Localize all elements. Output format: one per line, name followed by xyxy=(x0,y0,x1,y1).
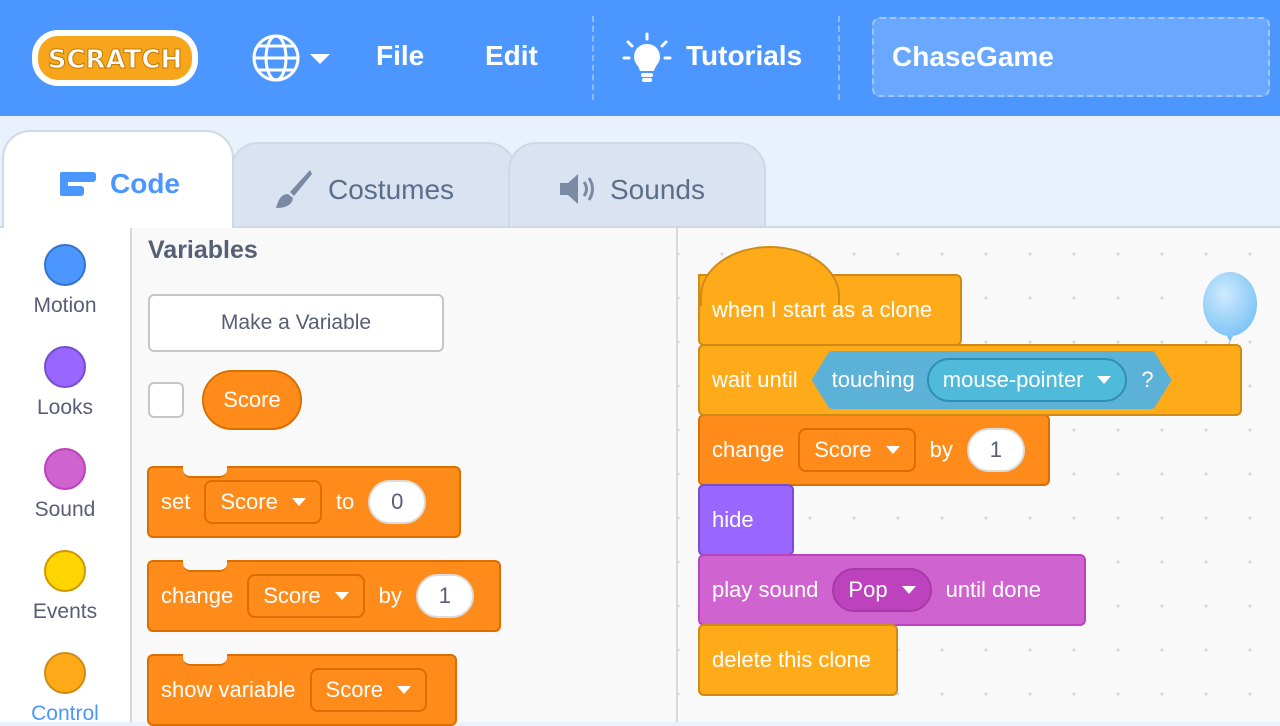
sound-dot xyxy=(44,448,86,490)
caret-down-icon xyxy=(397,686,411,694)
block-label: when I start as a clone xyxy=(712,297,933,322)
caret-down-icon xyxy=(291,498,306,506)
dropdown-value: Score xyxy=(814,437,872,462)
tab-costumes[interactable]: Costumes xyxy=(230,142,516,228)
caret-down-icon xyxy=(885,446,900,454)
block-label: play sound xyxy=(712,577,819,602)
caret-down-icon xyxy=(1097,376,1111,384)
block-label: set xyxy=(161,489,191,514)
block-label: hide xyxy=(712,507,754,532)
caret-down-icon xyxy=(334,592,349,600)
block-label: delete this clone xyxy=(712,647,871,672)
category-label: Events xyxy=(32,600,98,623)
block-label: change xyxy=(712,437,785,462)
block-label: until done xyxy=(945,577,1041,602)
block-label: wait until xyxy=(712,367,798,392)
file-menu[interactable]: File xyxy=(376,40,424,72)
play-sound-until-done-block[interactable]: play sound Pop until done xyxy=(698,554,1086,626)
variable-dropdown[interactable]: Score xyxy=(309,668,427,712)
block-label: touching xyxy=(831,367,915,392)
balloon-sprite-icon xyxy=(1203,272,1257,354)
language-menu[interactable] xyxy=(250,34,340,82)
category-label: Motion xyxy=(33,294,97,317)
hide-block[interactable]: hide xyxy=(698,484,794,556)
dropdown-value: Pop xyxy=(848,577,888,602)
variable-dropdown[interactable]: Score xyxy=(798,428,916,472)
change-variable-block[interactable]: change Score by 1 xyxy=(147,560,501,632)
speaker-icon xyxy=(560,174,594,204)
value-input[interactable]: 1 xyxy=(966,428,1025,472)
block-label: ? xyxy=(1141,367,1154,392)
category-control[interactable]: Control xyxy=(0,652,130,726)
category-label: Control xyxy=(31,702,99,725)
tab-sounds-label: Sounds xyxy=(610,174,705,205)
change-score-block[interactable]: change Score by 1 xyxy=(698,414,1050,486)
motion-dot xyxy=(44,244,86,286)
block-notch xyxy=(183,466,227,478)
tutorials-button[interactable]: Tutorials xyxy=(622,30,822,86)
when-start-as-clone-block[interactable]: when I start as a clone xyxy=(698,246,962,346)
menu-divider xyxy=(838,16,840,100)
dropdown-value: Score xyxy=(325,677,383,702)
block-label: to xyxy=(335,489,355,514)
project-title-input[interactable]: ChaseGame xyxy=(872,17,1270,97)
block-label: by xyxy=(929,437,953,462)
value-input[interactable]: 0 xyxy=(368,480,427,524)
tab-code-label: Code xyxy=(110,168,180,199)
edit-menu[interactable]: Edit xyxy=(485,40,538,72)
palette-heading: Variables xyxy=(148,236,258,264)
brush-icon xyxy=(276,170,312,208)
show-variable-block[interactable]: show variable Score xyxy=(147,654,457,726)
dropdown-value: Score xyxy=(263,583,321,608)
block-notch xyxy=(183,560,227,572)
sound-dropdown[interactable]: Pop xyxy=(832,568,932,612)
globe-icon xyxy=(252,34,300,82)
menu-bar: SCRATCH File Edit Tutorials ChaseGame xyxy=(0,0,1280,116)
make-variable-button[interactable]: Make a Variable xyxy=(148,294,444,352)
block-label: by xyxy=(378,583,402,608)
category-label: Looks xyxy=(36,396,94,419)
chevron-down-icon xyxy=(310,54,330,64)
logo-text: SCRATCH xyxy=(48,45,183,75)
dropdown-value: Score xyxy=(220,489,278,514)
category-looks[interactable]: Looks xyxy=(0,346,130,420)
tab-costumes-label: Costumes xyxy=(328,174,455,205)
wait-until-block[interactable]: wait until touching mouse-pointer ? xyxy=(698,344,1242,416)
looks-dot xyxy=(44,346,86,388)
category-menu: Motion Looks Sound Events Control xyxy=(0,228,132,725)
menu-divider xyxy=(592,16,594,100)
variable-checkbox[interactable] xyxy=(148,382,184,418)
set-variable-block[interactable]: set Score to 0 xyxy=(147,466,461,538)
score-variable-reporter[interactable]: Score xyxy=(202,370,302,430)
block-label: show variable xyxy=(161,677,296,702)
variable-dropdown[interactable]: Score xyxy=(247,574,365,618)
tutorials-label: Tutorials xyxy=(686,40,803,71)
block-notch xyxy=(183,654,227,666)
events-dot xyxy=(44,550,86,592)
variable-dropdown[interactable]: Score xyxy=(204,480,322,524)
category-events[interactable]: Events xyxy=(0,550,130,624)
touching-boolean[interactable]: touching mouse-pointer ? xyxy=(812,351,1172,409)
code-icon xyxy=(60,172,96,196)
editor-area: Motion Looks Sound Events Control Variab… xyxy=(0,226,1280,726)
scratch-logo[interactable]: SCRATCH xyxy=(30,24,200,92)
category-sound[interactable]: Sound xyxy=(0,448,130,522)
delete-this-clone-block[interactable]: delete this clone xyxy=(698,624,898,696)
script-workspace[interactable]: when I start as a clone wait until touch… xyxy=(678,228,1280,722)
block-palette: Variables Make a Variable Score set Scor… xyxy=(132,228,678,726)
category-label: Sound xyxy=(34,498,96,521)
dropdown-value: mouse-pointer xyxy=(942,367,1084,392)
touching-target-dropdown[interactable]: mouse-pointer xyxy=(927,358,1128,402)
tab-sounds[interactable]: Sounds xyxy=(508,142,766,228)
block-label: change xyxy=(161,583,234,608)
value-input[interactable]: 1 xyxy=(415,574,474,618)
category-motion[interactable]: Motion xyxy=(0,244,130,318)
tab-code[interactable]: Code xyxy=(2,130,234,228)
lightbulb-icon xyxy=(622,32,672,82)
control-dot xyxy=(44,652,86,694)
caret-down-icon xyxy=(901,586,916,594)
